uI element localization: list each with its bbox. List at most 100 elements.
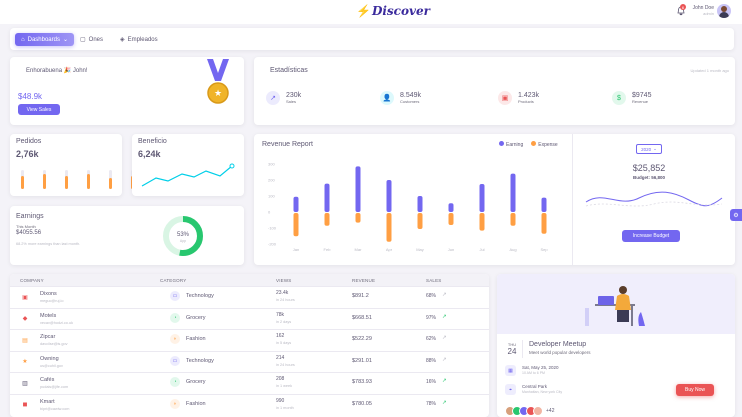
party-icon: 🎉 <box>63 68 72 74</box>
bar-expense <box>355 213 361 223</box>
table-row[interactable]: ◆ Motels vecav@hodzi.co.uk ◔ Grocery 78k… <box>10 307 489 329</box>
revenue-value: $668.51 <box>352 314 372 321</box>
earnings-note: 68.2% more earnings than last month. <box>16 242 81 246</box>
meetup-place: Central Park <box>522 384 548 389</box>
orders-bar <box>87 170 90 189</box>
bar-expense <box>448 213 454 225</box>
views-value: 162 <box>276 333 285 339</box>
bar-expense <box>386 213 392 242</box>
bell-icon[interactable]: 6 <box>676 4 686 16</box>
th-sales: SALES <box>426 278 442 283</box>
earnings-amount: $4055.56 <box>16 230 42 236</box>
th-revenue: REVENUE <box>352 278 376 283</box>
company-name: Kmart <box>40 398 55 405</box>
views-value: 23.4k <box>276 290 289 296</box>
category-icon: ◔ <box>170 312 180 323</box>
company-email: bipri@cawiw.com <box>40 406 70 411</box>
bar-expense <box>417 213 423 229</box>
orders-bar <box>43 170 46 189</box>
views-sub: in 5 days <box>276 341 292 345</box>
table-row[interactable]: ◼ Kmart bipri@cawiw.com ◗ Fashion 990 in… <box>10 393 489 415</box>
notification-badge: 6 <box>680 4 686 10</box>
revenue-report-card: Revenue Report Earning Expense 300 200 100… <box>254 134 735 265</box>
views-value: 990 <box>276 397 285 404</box>
y-tick-label: 100 <box>268 194 275 199</box>
company-email: pudais@jife.com <box>40 385 69 389</box>
year-select[interactable]: 2020 ⌄ <box>636 144 662 154</box>
views-sub: in 2 days <box>276 319 292 324</box>
bar-earning <box>293 196 299 212</box>
bar-earning <box>448 203 454 212</box>
profit-card: Beneficio 6,24k <box>132 134 244 196</box>
earnings-card: Earnings This Month $4055.56 68.2% more … <box>10 206 244 265</box>
orders-title: Pedidos <box>16 138 42 145</box>
meetup-when: Sat, May 25, 2020 <box>522 365 559 370</box>
company-logo-icon: ▥ <box>22 380 28 387</box>
user-role: admin <box>703 11 714 16</box>
table-row[interactable]: ▥ Cafés pudais@jife.com ◔ Grocery 208 in… <box>10 372 489 393</box>
views-sub: in 1 month <box>276 405 294 410</box>
chevron-down-icon: ⌄ <box>62 37 69 43</box>
profit-value: 6,24k <box>138 149 161 159</box>
company-email: meguc@ruj.io <box>40 299 64 303</box>
bar-earning <box>355 166 361 212</box>
nav-empleados[interactable]: ◈ Empleados <box>120 33 158 46</box>
table-row[interactable]: ▣ Dixons meguc@ruj.io ▭ Technology 23.4k… <box>10 286 489 307</box>
buy-now-button[interactable]: Buy Now <box>676 384 714 396</box>
trend-icon: ↗ <box>442 356 447 363</box>
stat-revenue: $ $9745 Revenue <box>612 91 651 105</box>
brand-name: Discover <box>371 4 430 18</box>
company-logo-icon: ▤ <box>22 337 28 344</box>
revenue-value: $291.01 <box>352 357 372 364</box>
top-bar: ⚡Discover 6 John Doe admin <box>0 0 742 24</box>
budget-line-chart <box>585 191 723 207</box>
revenue-budget: Budget: 56,800 <box>632 175 665 180</box>
x-tick-label: Sep <box>540 247 548 252</box>
y-tick-label: -200 <box>268 242 277 247</box>
views-sub: in 24 hours <box>276 362 295 367</box>
statistics-updated: Updated 1 month ago <box>690 68 729 73</box>
revenue-value: $780.05 <box>352 400 372 407</box>
increase-budget-button[interactable]: Increase Budget <box>622 230 680 242</box>
avatar[interactable] <box>533 406 543 416</box>
revenue-title: Revenue Report <box>262 141 313 148</box>
orders-bar <box>21 170 24 189</box>
bar-earning <box>386 180 392 212</box>
x-tick-label: Jan <box>293 247 299 252</box>
meetup-illustration <box>497 274 735 334</box>
y-tick-label: 200 <box>268 178 275 183</box>
brand-logo[interactable]: ⚡Discover <box>356 4 430 18</box>
statistics-title: Estadísticas <box>270 67 308 74</box>
settings-gear-icon[interactable]: ⚙ <box>730 209 742 221</box>
attendee-avatars: +42 <box>505 406 554 416</box>
orders-card: Pedidos 2,76k <box>10 134 134 196</box>
category-name: Grocery <box>186 314 206 321</box>
stat-label: Revenue <box>632 99 649 104</box>
user-info[interactable]: John Doe admin <box>690 5 714 16</box>
avatar[interactable] <box>717 4 731 18</box>
legend-earning: Earning <box>499 141 523 148</box>
bar-earning <box>417 196 423 212</box>
view-sales-button[interactable]: View Sales <box>18 104 60 115</box>
statistics-card: Estadísticas Updated 1 month ago ↗ 230k Sa… <box>254 57 735 125</box>
sales-value: 78% <box>426 400 437 407</box>
layers-icon: ◈ <box>120 37 125 43</box>
company-logo-icon: ◼ <box>22 402 28 408</box>
stat-value: 8.549k <box>400 92 422 99</box>
x-tick-label: Jun <box>448 247 454 252</box>
th-category: CATEGORY <box>160 278 187 283</box>
sales-value: 97% <box>426 314 437 321</box>
nav-dashboards[interactable]: ⌂ Dashboards ⌄ <box>15 33 75 46</box>
meetup-date: 24 <box>507 347 517 356</box>
views-value: 78k <box>276 311 285 318</box>
table-row[interactable]: ★ Owning us@cuhil.gov ▭ Technology 214 i… <box>10 350 489 372</box>
donut-value: 53% <box>177 232 190 238</box>
trend-icon: ↗ <box>442 292 447 298</box>
category-name: Fashion <box>186 400 206 407</box>
table-row[interactable]: ▤ Zipcar davcilse@is.gov ◗ Fashion 162 i… <box>10 329 489 350</box>
company-name: Zipcar <box>40 334 56 340</box>
stat-sales: ↗ 230k Sales <box>266 91 301 105</box>
orders-value: 2,76k <box>16 149 39 159</box>
nav-ones[interactable]: ▢ Ones <box>80 33 103 46</box>
views-sub: in 1 week <box>276 384 293 388</box>
